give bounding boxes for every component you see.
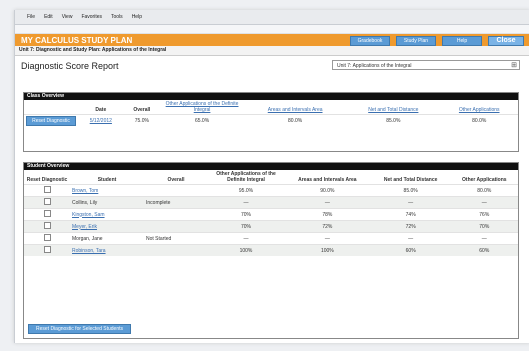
student-score-3: — <box>370 196 451 209</box>
menu-help[interactable]: Help <box>132 14 142 20</box>
student-overall: Not Started <box>144 232 208 245</box>
student-name[interactable]: Brown, Tom <box>72 188 98 194</box>
student-score-1: 95.0% <box>208 184 284 197</box>
student-score-1: 70% <box>208 220 284 233</box>
gradebook-button[interactable]: Gradebook <box>350 36 390 46</box>
student-name[interactable]: Kingston, Sam <box>72 212 105 218</box>
app-titlebar: MY CALCULUS STUDY PLAN Gradebook Study P… <box>15 34 529 46</box>
close-button[interactable]: Close <box>488 36 524 46</box>
col-net-total: Net and Total Distance <box>383 177 438 183</box>
table-row: Robinson, Tara 100% 100% 60% 60% <box>24 244 518 256</box>
student-score-1: 100% <box>208 244 284 256</box>
reset-selected-button[interactable]: Reset Diagnostic for Selected Students <box>28 324 131 334</box>
student-overview-table: Reset Diagnostic Student Overall Other A… <box>24 170 518 256</box>
col-net-total[interactable]: Net and Total Distance <box>346 100 440 115</box>
student-score-4: 80.0% <box>450 184 518 197</box>
class-score-3: 85.0% <box>346 114 441 126</box>
browser-menubar: File Edit View Favorites Tools Help <box>15 10 529 25</box>
unit-select-value: Unit 7: Applications of the Integral <box>337 63 412 69</box>
col-overall: Overall <box>133 107 151 113</box>
student-score-3: 85.0% <box>370 184 451 197</box>
browser-window: File Edit View Favorites Tools Help MY C… <box>14 10 529 343</box>
student-score-1: — <box>208 196 284 209</box>
class-overview-header: Class Overview <box>24 93 518 100</box>
col-other-applications: Other Applications <box>462 177 507 183</box>
student-score-3: 72% <box>370 220 451 233</box>
col-overall: Overall <box>167 177 185 183</box>
student-score-2: — <box>284 232 371 245</box>
reset-checkbox[interactable] <box>43 210 51 217</box>
class-score-4: 80.0% <box>440 114 518 126</box>
student-score-3: 60% <box>370 244 451 256</box>
student-name: Collins, Lily <box>72 199 98 206</box>
reset-checkbox[interactable] <box>43 198 51 205</box>
col-student: Student <box>97 177 117 183</box>
student-score-4: 60% <box>450 244 518 256</box>
student-score-4: 76% <box>450 208 518 221</box>
table-row: Brown, Tom 95.0% 90.0% 85.0% 80.0% <box>24 184 518 197</box>
student-overall <box>144 220 208 233</box>
class-date[interactable]: 5/12/2012 <box>90 118 112 124</box>
col-date: Date <box>95 107 107 113</box>
unit-select[interactable]: Unit 7: Applications of the Integral ⊞ <box>332 60 520 70</box>
menu-edit[interactable]: Edit <box>44 14 53 20</box>
student-score-4: 70% <box>450 220 518 233</box>
student-overall <box>144 208 208 221</box>
student-overview-header: Student Overview <box>24 163 518 170</box>
table-row: Morgan, Jane Not Started — — — — <box>24 232 518 245</box>
col-other-applications-definite: Other Applications of the Definite Integ… <box>216 171 276 183</box>
menu-tools[interactable]: Tools <box>111 14 123 20</box>
col-other-applications-definite[interactable]: Other Applications of the Definite Integ… <box>160 100 244 115</box>
class-overview-table: Date Overall Other Applications of the D… <box>24 100 518 126</box>
student-name[interactable]: Robinson, Tara <box>72 248 106 254</box>
student-score-2: 72% <box>284 220 371 233</box>
col-reset: Reset Diagnostic <box>26 177 68 183</box>
reset-checkbox[interactable] <box>43 222 51 229</box>
col-areas[interactable]: Areas and Intervals Area <box>244 100 346 115</box>
student-name: Morgan, Jane <box>72 235 103 242</box>
student-score-1: — <box>208 232 284 245</box>
student-score-3: 74% <box>370 208 451 221</box>
student-score-3: — <box>370 232 451 245</box>
student-score-2: 90.0% <box>284 184 371 197</box>
menu-file[interactable]: File <box>27 14 35 20</box>
student-score-2: — <box>284 196 371 209</box>
student-overall <box>144 244 208 256</box>
class-overview-panel: Class Overview Date Overall Other Applic… <box>23 92 519 152</box>
reset-checkbox[interactable] <box>43 234 51 241</box>
reset-diagnostic-button[interactable]: Reset Diagnostic <box>26 115 76 126</box>
chevron-down-icon: ⊞ <box>511 62 517 69</box>
menu-favorites[interactable]: Favorites <box>81 14 102 20</box>
col-other-applications[interactable]: Other Applications <box>440 100 518 115</box>
help-button[interactable]: Help <box>442 36 482 46</box>
student-score-2: 100% <box>284 244 371 256</box>
study-plan-button[interactable]: Study Plan <box>396 36 436 46</box>
page-title: Diagnostic Score Report <box>21 61 119 71</box>
menu-view[interactable]: View <box>62 14 73 20</box>
table-row: Collins, Lily Incomplete — — — — <box>24 196 518 209</box>
window-title: MY CALCULUS STUDY PLAN <box>21 35 133 45</box>
class-score-2: 80.0% <box>244 114 347 126</box>
reset-checkbox[interactable] <box>43 186 51 193</box>
student-score-1: 70% <box>208 208 284 221</box>
student-score-4: — <box>450 232 518 245</box>
student-overall <box>144 184 208 197</box>
student-overview-panel: Student Overview Reset Diagnostic Studen… <box>23 162 519 339</box>
class-overall: 75.0% <box>123 114 161 126</box>
breadcrumb: Unit 7: Diagnostic and Study Plan: Appli… <box>15 46 529 56</box>
reset-checkbox[interactable] <box>43 246 51 253</box>
class-score-1: 65.0% <box>160 114 245 126</box>
col-areas: Areas and Intervals Area <box>298 177 357 183</box>
table-row: Kingston, Sam 70% 78% 74% 76% <box>24 208 518 221</box>
toolbar-strip <box>15 25 529 34</box>
table-row: Meyer, Erik 70% 72% 72% 70% <box>24 220 518 233</box>
student-overall: Incomplete <box>144 196 208 209</box>
student-score-4: — <box>450 196 518 209</box>
student-name[interactable]: Meyer, Erik <box>72 224 97 230</box>
student-score-2: 78% <box>284 208 371 221</box>
